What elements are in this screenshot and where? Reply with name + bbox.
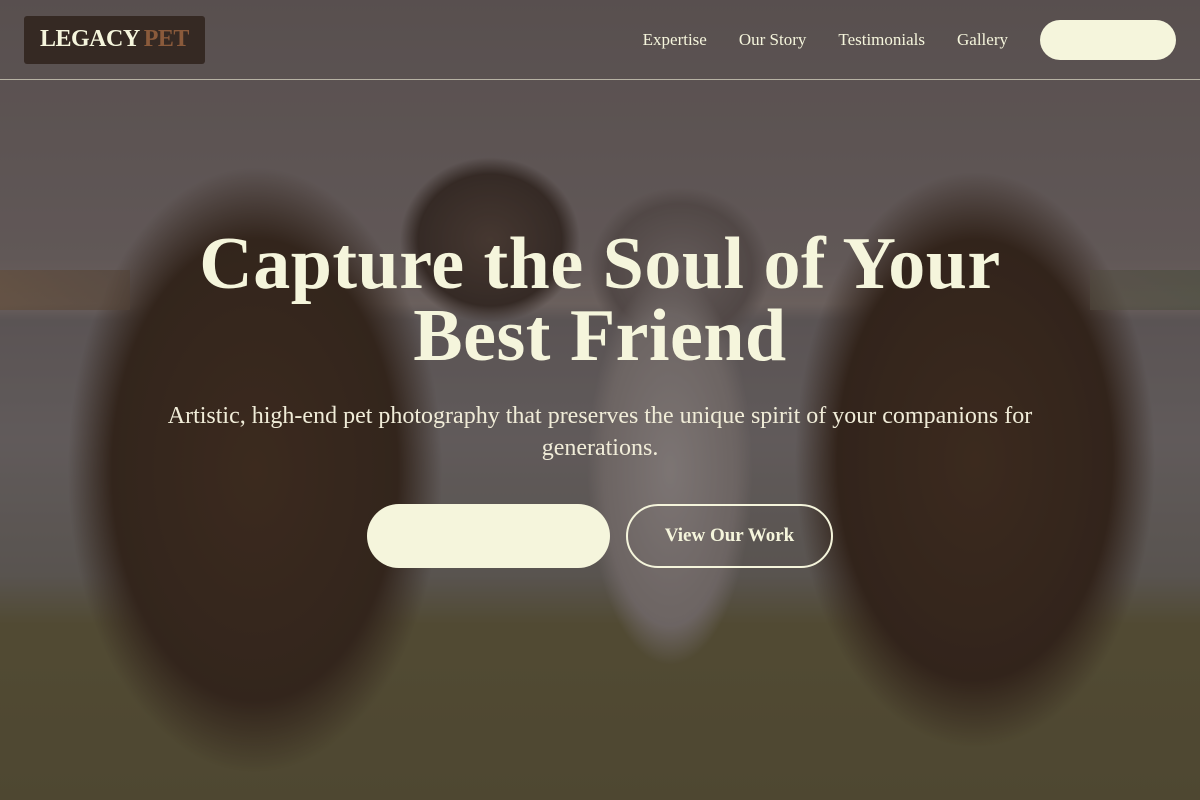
hero-content: Capture the Soul of Your Best Friend Art… — [0, 223, 1200, 568]
logo[interactable]: LEGACY PET — [24, 15, 205, 64]
hero-headline: Capture the Soul of Your Best Friend — [199, 223, 1001, 377]
navbar: LEGACY PET Expertise Our Story Testimoni… — [0, 0, 1200, 80]
logo-accent-text: PET — [143, 26, 190, 52]
nav-cta-button[interactable] — [1040, 19, 1176, 60]
hero-section: LEGACY PET Expertise Our Story Testimoni… — [0, 0, 1200, 800]
logo-primary-text: LEGACY — [40, 26, 140, 52]
nav-link-our-story[interactable]: Our Story — [739, 30, 807, 50]
primary-cta-button[interactable] — [367, 504, 610, 568]
nav-links: Expertise Our Story Testimonials Gallery — [643, 19, 1176, 60]
nav-link-gallery[interactable]: Gallery — [957, 30, 1008, 50]
nav-link-testimonials[interactable]: Testimonials — [838, 30, 925, 50]
hero-subheadline: Artistic, high-end pet photography that … — [167, 403, 1033, 461]
nav-link-expertise[interactable]: Expertise — [643, 30, 707, 50]
hero-cta-row: View Our Work — [0, 504, 1200, 568]
view-our-work-button[interactable]: View Our Work — [626, 504, 833, 568]
